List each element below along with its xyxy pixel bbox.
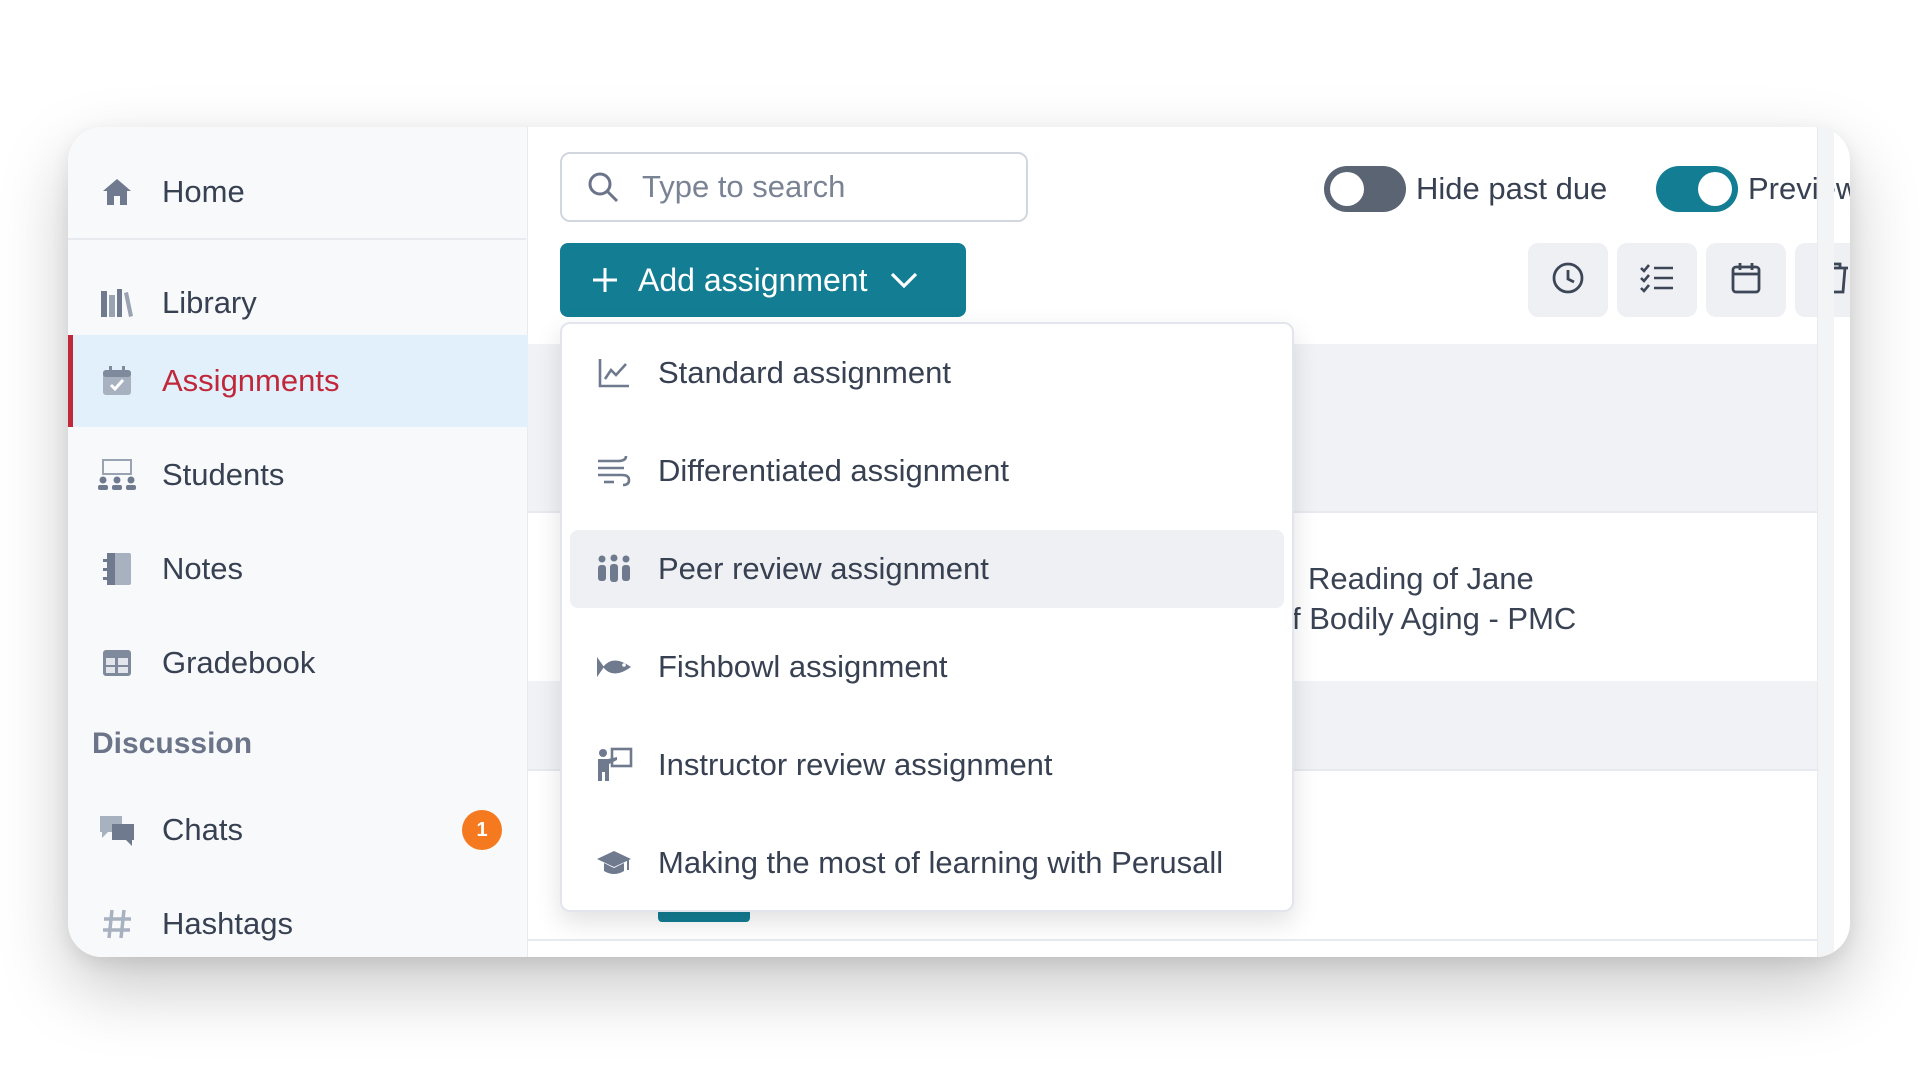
section-label-discussion: Discussion: [92, 727, 253, 760]
fish-icon: [594, 647, 634, 687]
search-icon: [586, 170, 620, 204]
plus-icon: [590, 265, 620, 295]
sidebar: Home Library Assignments Students Notes …: [68, 127, 531, 957]
search-box[interactable]: [560, 152, 1028, 222]
sidebar-item-label: Students: [162, 457, 285, 492]
notebook-icon: [96, 548, 138, 590]
toggle-switch-on[interactable]: [1656, 166, 1738, 212]
students-icon: [96, 454, 138, 496]
home-icon: [96, 171, 138, 213]
instructor-icon: [594, 745, 634, 785]
clock-icon: [1551, 261, 1585, 300]
sidebar-item-label: Hashtags: [162, 906, 293, 941]
chat-bubbles-icon: [96, 809, 138, 851]
sidebar-item-label: Home: [162, 174, 245, 209]
differentiated-icon: [594, 451, 634, 491]
menu-item-standard-assignment[interactable]: Standard assignment: [570, 334, 1284, 412]
menu-item-peer-review-assignment[interactable]: Peer review assignment: [570, 530, 1284, 608]
menu-item-label: Fishbowl assignment: [658, 649, 948, 684]
toggle-switch-off[interactable]: [1324, 166, 1406, 212]
library-icon: [96, 282, 138, 324]
menu-item-label: Differentiated assignment: [658, 453, 1009, 488]
menu-item-learning-with-perusall[interactable]: Making the most of learning with Perusal…: [570, 824, 1284, 902]
status-tag: [658, 912, 750, 922]
graduation-cap-icon: [594, 843, 634, 883]
chevron-down-icon: [889, 270, 919, 290]
menu-item-label: Instructor review assignment: [658, 747, 1053, 782]
hide-past-due-toggle[interactable]: Hide past due: [1324, 166, 1607, 212]
checklist-icon: [1639, 262, 1675, 299]
sidebar-item-hashtags[interactable]: Hashtags: [68, 878, 526, 957]
menu-item-label: Standard assignment: [658, 355, 951, 390]
add-assignment-button[interactable]: Add assignment: [560, 243, 966, 317]
search-input[interactable]: [640, 168, 1014, 206]
calendar-button[interactable]: [1706, 243, 1786, 317]
app-window: Home Library Assignments Students Notes …: [68, 127, 1850, 957]
clock-button[interactable]: [1528, 243, 1608, 317]
preview-label: Preview: [1748, 171, 1850, 206]
sidebar-item-home[interactable]: Home: [68, 146, 526, 238]
sidebar-item-notes[interactable]: Notes: [68, 523, 526, 615]
menu-item-differentiated-assignment[interactable]: Differentiated assignment: [570, 432, 1284, 510]
sidebar-item-chats[interactable]: Chats 1: [68, 784, 526, 876]
calendar-check-icon: [96, 360, 138, 402]
unread-count-badge: 1: [462, 810, 502, 850]
sidebar-item-label: Chats: [162, 812, 243, 847]
menu-item-label: Making the most of learning with Perusal…: [658, 845, 1224, 880]
hide-past-due-label: Hide past due: [1416, 171, 1608, 206]
sidebar-item-gradebook[interactable]: Gradebook: [68, 617, 526, 709]
scrollbar[interactable]: [1817, 127, 1834, 957]
sidebar-item-label: Assignments: [162, 363, 340, 398]
calendar-icon: [1730, 261, 1762, 300]
peer-group-icon: [594, 549, 634, 589]
sidebar-item-label: Notes: [162, 551, 243, 586]
sidebar-item-students[interactable]: Students: [68, 429, 526, 521]
checklist-button[interactable]: [1617, 243, 1697, 317]
sidebar-divider: [68, 238, 526, 240]
gradebook-icon: [96, 642, 138, 684]
menu-item-label: Peer review assignment: [658, 551, 989, 586]
hashtag-icon: [96, 903, 138, 945]
sidebar-item-label: Gradebook: [162, 645, 316, 680]
line-chart-icon: [594, 353, 634, 393]
add-assignment-menu: Standard assignment Differentiated assig…: [560, 322, 1294, 912]
menu-item-fishbowl-assignment[interactable]: Fishbowl assignment: [570, 628, 1284, 706]
menu-item-instructor-review-assignment[interactable]: Instructor review assignment: [570, 726, 1284, 804]
assignment-title: Reading of Jane f Bodily Aging - PMC: [1292, 561, 1577, 636]
add-assignment-label: Add assignment: [638, 261, 868, 298]
sidebar-item-assignments[interactable]: Assignments: [68, 335, 531, 427]
sidebar-item-label: Library: [162, 285, 257, 320]
main-content: Hide past due Preview Add assignment: [528, 127, 1850, 957]
